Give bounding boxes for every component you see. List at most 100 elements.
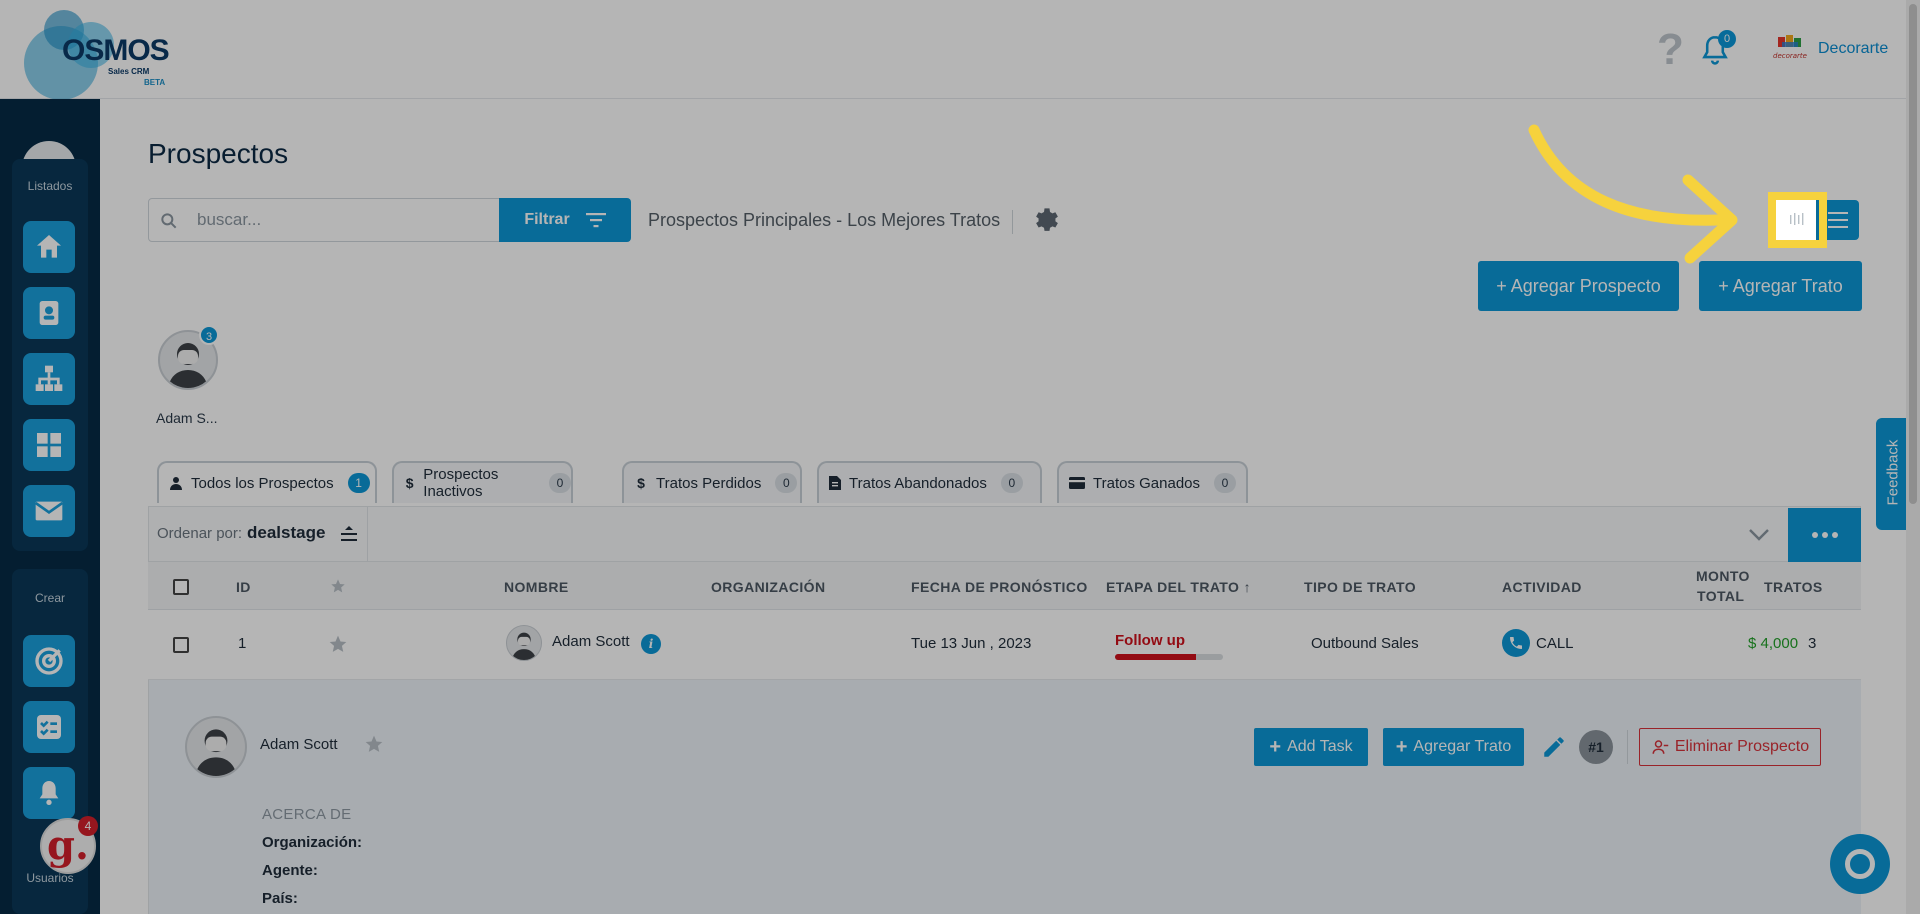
chat-icon <box>1845 849 1875 879</box>
about-heading: ACERCA DE <box>262 806 352 823</box>
logo-word: OSMOS <box>62 34 170 67</box>
agent-name: Adam S... <box>156 410 218 426</box>
help-icon[interactable]: ? <box>1657 28 1684 72</box>
column-header-fecha[interactable]: FECHA DE PRONÓSTICO <box>911 579 1088 595</box>
row-activity[interactable]: CALL <box>1536 635 1574 652</box>
phone-glyph <box>1510 637 1522 649</box>
sidebar-item-mail[interactable] <box>23 485 75 537</box>
feedback-tab[interactable]: Feedback <box>1876 418 1910 530</box>
search-input[interactable] <box>197 207 487 233</box>
info-icon[interactable]: i <box>641 634 661 654</box>
sidebar-item-create-reminder[interactable] <box>23 767 75 819</box>
add-task-label: Add Task <box>1287 738 1353 755</box>
sitemap-icon <box>35 365 63 391</box>
tutorial-arrow-icon <box>1528 124 1738 264</box>
add-deal-button[interactable]: + Agregar Trato <box>1699 261 1862 311</box>
tab-label: Prospectos Inactivos <box>423 466 499 500</box>
column-header-tipo[interactable]: TIPO DE TRATO <box>1304 579 1416 595</box>
sort-field-select[interactable]: dealstage <box>247 523 325 543</box>
company-name[interactable]: Decorarte <box>1818 40 1888 58</box>
sidebar-item-contacts[interactable] <box>23 287 75 339</box>
tab-count: 0 <box>1000 473 1023 493</box>
list-icon-line <box>1827 219 1848 221</box>
card-icon <box>1069 477 1085 489</box>
star-icon[interactable] <box>364 734 384 754</box>
chat-widget-button[interactable] <box>1830 834 1890 894</box>
add-task-button[interactable]: + Add Task <box>1254 728 1368 766</box>
search-box <box>148 198 500 242</box>
tab-prospectos-inactivos[interactable]: $ Prospectos Inactivos 0 <box>392 461 573 503</box>
column-header-tratos[interactable]: TRATOS <box>1764 579 1823 595</box>
sidebar-label-crear: Crear <box>34 591 65 605</box>
grid-icon <box>37 433 61 457</box>
sidebar-item-create-target[interactable] <box>23 635 75 687</box>
row-checkbox[interactable] <box>173 637 189 653</box>
person-silhouette-icon <box>195 729 237 776</box>
divider <box>367 507 368 563</box>
row-deals: 3 <box>1808 635 1817 652</box>
filter-icon <box>585 213 606 228</box>
row-amount: $ 4,000 <box>1748 635 1799 652</box>
company-logo: decorarte <box>1773 35 1807 60</box>
sidebar-item-create-task[interactable] <box>23 701 75 753</box>
star-icon[interactable] <box>330 578 346 594</box>
row-stage: Follow up <box>1115 632 1185 649</box>
filter-button[interactable]: Filtrar <box>499 198 631 242</box>
sidebar-item-home[interactable] <box>23 221 75 273</box>
target-icon <box>35 647 63 675</box>
row-forecast-date: Tue 13 Jun , 2023 <box>911 635 1032 652</box>
column-header-id[interactable]: ID <box>236 579 251 595</box>
table-header: ID NOMBRE ORGANIZACIÓN FECHA DE PRONÓSTI… <box>148 562 1861 610</box>
home-icon <box>37 235 61 258</box>
star-icon[interactable] <box>328 634 348 654</box>
logo-beta: BETA <box>144 78 166 87</box>
pencil-icon[interactable] <box>1541 734 1567 760</box>
agent-label: Agente: <box>262 862 318 879</box>
tab-todos-prospectos[interactable]: Todos los Prospectos 1 <box>157 461 377 503</box>
sort-bar: Ordenar por: dealstage <box>148 506 1861 563</box>
tab-tratos-perdidos[interactable]: $ Tratos Perdidos 0 <box>622 461 802 503</box>
dollar-icon: $ <box>637 475 645 491</box>
plus-icon: + <box>1395 735 1408 758</box>
filter-button-label: Filtrar <box>524 211 570 228</box>
phone-icon[interactable] <box>1502 629 1530 657</box>
detail-add-deal-button[interactable]: + Agregar Trato <box>1383 728 1524 766</box>
more-options-button[interactable] <box>1788 508 1861 562</box>
osmos-logo[interactable]: OSMOS Sales CRM BETA <box>24 8 184 100</box>
prospect-detail-panel: Adam Scott + Add Task + Agregar Trato #1… <box>148 680 1861 914</box>
column-header-actividad[interactable]: ACTIVIDAD <box>1502 579 1582 595</box>
row-name[interactable]: Adam Scott <box>552 633 630 650</box>
sidebar-item-organization[interactable] <box>23 353 75 405</box>
stage-progress-bar <box>1115 654 1223 660</box>
scrollbar-thumb[interactable] <box>1909 4 1917 504</box>
search-icon <box>161 213 177 229</box>
select-all-checkbox[interactable] <box>173 579 189 595</box>
column-header-organizacion[interactable]: ORGANIZACIÓN <box>711 579 825 595</box>
dollar-icon: $ <box>405 475 414 491</box>
top-bar: OSMOS Sales CRM BETA ? 0 decorarte Decor… <box>0 0 1920 100</box>
column-header-nombre[interactable]: NOMBRE <box>504 579 569 595</box>
person-silhouette-icon <box>511 632 537 660</box>
column-header-etapa[interactable]: ETAPA DEL TRATO ↑ <box>1106 579 1251 595</box>
stage-progress-fill <box>1115 654 1196 660</box>
tab-count: 0 <box>549 473 571 493</box>
chevron-down-icon[interactable] <box>1747 525 1771 545</box>
tab-label: Tratos Ganados <box>1093 474 1200 492</box>
table-row[interactable]: 1 Adam Scott i Tue 13 Jun , 2023 Follow … <box>148 610 1861 680</box>
sidebar-item-dashboard[interactable] <box>23 419 75 471</box>
delete-prospect-label: Eliminar Prospecto <box>1674 738 1810 755</box>
document-icon <box>829 476 841 490</box>
tab-count: 0 <box>775 473 798 493</box>
sort-ascending-icon[interactable] <box>339 525 359 543</box>
prospect-number-badge: #1 <box>1579 730 1613 764</box>
tab-tratos-ganados[interactable]: Tratos Ganados 0 <box>1057 461 1248 503</box>
gear-icon[interactable] <box>1032 204 1062 234</box>
column-header-monto[interactable]: MONTO <box>1696 568 1750 584</box>
checklist-icon <box>37 715 61 739</box>
delete-prospect-button[interactable]: Eliminar Prospecto <box>1639 728 1821 766</box>
logo-subtitle: Sales CRM <box>108 67 150 76</box>
add-prospect-button[interactable]: + Agregar Prospecto <box>1478 261 1679 311</box>
tab-tratos-abandonados[interactable]: Tratos Abandonados 0 <box>817 461 1042 503</box>
saved-view-title[interactable]: Prospectos Principales - Los Mejores Tra… <box>648 210 1000 231</box>
dot <box>1811 532 1818 538</box>
